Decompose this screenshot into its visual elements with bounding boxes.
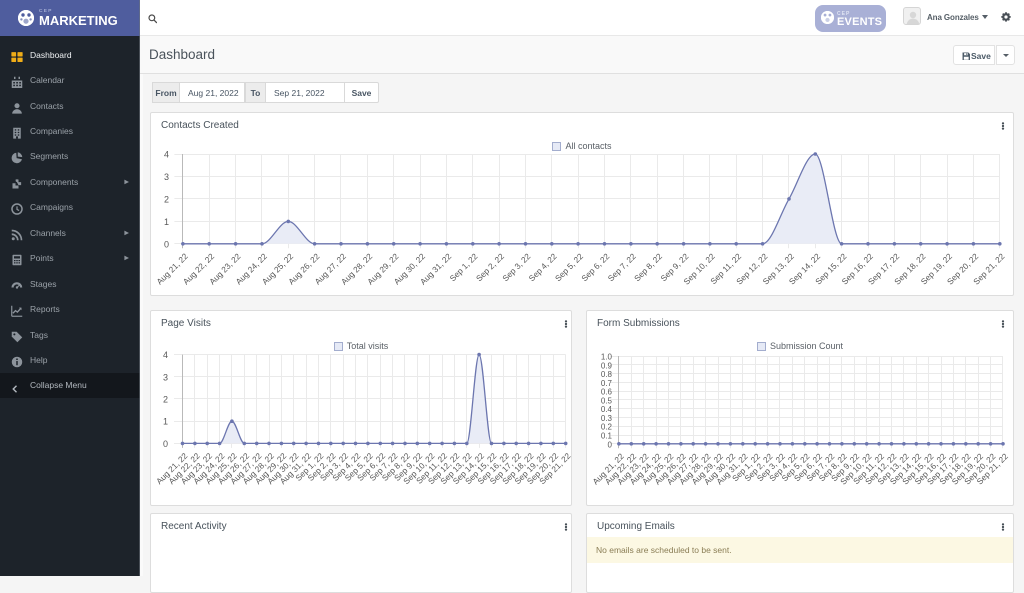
svg-text:4: 4 [164,150,169,160]
svg-text:1.0: 1.0 [601,353,613,362]
svg-text:0: 0 [608,440,613,449]
svg-text:1: 1 [164,217,169,227]
svg-text:2: 2 [163,395,168,405]
svg-text:0.2: 0.2 [601,423,613,432]
svg-text:2: 2 [164,194,169,204]
svg-text:3: 3 [164,172,169,182]
svg-text:0: 0 [163,439,168,449]
svg-text:0.4: 0.4 [601,405,613,414]
svg-text:0: 0 [164,239,169,249]
svg-text:1: 1 [163,417,168,427]
svg-text:0.7: 0.7 [601,379,613,388]
svg-text:3: 3 [163,372,168,382]
svg-text:0.5: 0.5 [601,396,613,405]
svg-text:0.8: 0.8 [601,370,613,379]
svg-text:0.1: 0.1 [601,432,613,441]
svg-text:0.9: 0.9 [601,361,613,370]
svg-text:0.6: 0.6 [601,388,613,397]
svg-text:4: 4 [163,350,168,360]
svg-text:0.3: 0.3 [601,414,613,423]
